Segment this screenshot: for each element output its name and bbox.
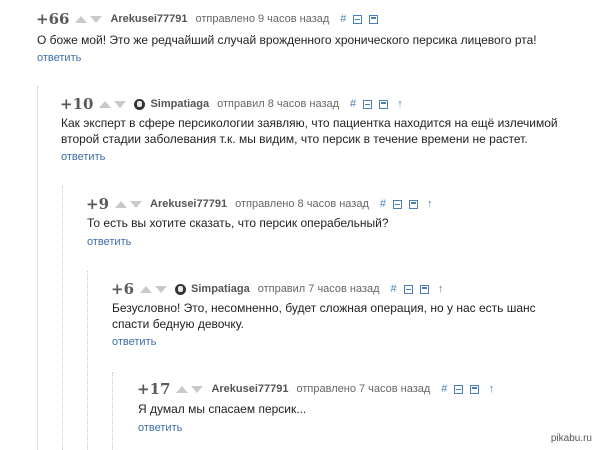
save-icon[interactable] <box>369 14 379 24</box>
timestamp: отправил 8 часов назад <box>217 98 340 110</box>
comment-header: +9 Arekusei77791 отправлено 8 часов наза… <box>86 195 440 213</box>
username-link[interactable]: Arekusei77791 <box>211 383 288 395</box>
parent-up-icon[interactable]: ↑ <box>436 283 446 295</box>
timestamp: отправил 7 часов назад <box>257 283 380 295</box>
comment-text: То есть вы хотите сказать, что персик оп… <box>87 216 389 230</box>
avatar[interactable] <box>134 98 146 110</box>
username-link[interactable]: Arekusei77791 <box>150 198 227 210</box>
timestamp: отправлено 8 часов назад <box>235 198 369 210</box>
permalink-icon[interactable]: # <box>378 198 388 210</box>
downvote-icon[interactable] <box>155 285 168 293</box>
parent-up-icon[interactable]: ↑ <box>395 98 405 110</box>
collapse-icon[interactable] <box>363 99 373 109</box>
thread-line <box>112 372 114 450</box>
avatar[interactable] <box>175 283 187 295</box>
collapse-icon[interactable] <box>353 14 363 24</box>
downvote-icon[interactable] <box>90 15 103 23</box>
downvote-icon[interactable] <box>191 385 204 393</box>
thread-line <box>87 271 89 450</box>
timestamp: отправлено 7 часов назад <box>296 383 431 395</box>
parent-up-icon[interactable]: ↑ <box>486 383 496 395</box>
rating-value: +66 <box>36 10 70 28</box>
comment-header: +17 Arekusei77791 отправлено 7 часов наз… <box>137 380 501 398</box>
username-link[interactable]: Simpatiaga <box>191 283 250 295</box>
save-icon[interactable] <box>379 99 389 109</box>
reply-link[interactable]: ответить <box>37 52 81 64</box>
downvote-icon[interactable] <box>130 200 143 208</box>
permalink-icon[interactable]: # <box>439 383 449 395</box>
parent-up-icon[interactable]: ↑ <box>425 198 435 210</box>
downvote-icon[interactable] <box>114 100 127 108</box>
collapse-icon[interactable] <box>392 199 402 209</box>
thread-line <box>37 86 39 450</box>
comment-text: Я думал мы спасаем персик... <box>138 402 307 416</box>
save-icon[interactable] <box>419 284 429 294</box>
permalink-icon[interactable]: # <box>389 283 399 295</box>
comment-text: Как эксперт в сфере персикологии заявляю… <box>61 116 558 146</box>
reply-link[interactable]: ответить <box>112 336 156 348</box>
thread-line <box>62 186 64 450</box>
upvote-icon[interactable] <box>99 100 112 108</box>
permalink-icon[interactable]: # <box>338 13 348 25</box>
comment-text: О боже мой! Это же редчайший случай врож… <box>37 33 537 47</box>
reply-link[interactable]: ответить <box>138 422 182 434</box>
username-link[interactable]: Simpatiaga <box>150 98 209 110</box>
permalink-icon[interactable]: # <box>348 98 358 110</box>
rating-value: +6 <box>111 280 135 298</box>
rating-value: +10 <box>60 95 94 113</box>
comment-header: +6 Simpatiaga отправил 7 часов назад # ↑ <box>111 280 451 298</box>
comment-header: +10 Simpatiaga отправил 8 часов назад # … <box>60 95 410 113</box>
upvote-icon[interactable] <box>176 385 189 393</box>
reply-link[interactable]: ответить <box>61 151 105 163</box>
save-icon[interactable] <box>470 384 480 394</box>
save-icon[interactable] <box>408 199 418 209</box>
collapse-icon[interactable] <box>454 384 464 394</box>
upvote-icon[interactable] <box>140 285 153 293</box>
rating-value: +9 <box>86 195 110 213</box>
collapse-icon[interactable] <box>403 284 413 294</box>
rating-value: +17 <box>137 380 171 398</box>
timestamp: отправлено 9 часов назад <box>195 13 330 25</box>
reply-link[interactable]: ответить <box>87 236 131 248</box>
comment-text: Безусловно! Это, несомненно, будет сложн… <box>112 301 536 331</box>
site-watermark: pikabu.ru <box>550 433 592 444</box>
comment-header: +66 Arekusei77791 отправлено 9 часов наз… <box>36 10 385 28</box>
username-link[interactable]: Arekusei77791 <box>110 13 187 25</box>
upvote-icon[interactable] <box>115 200 128 208</box>
upvote-icon[interactable] <box>75 15 88 23</box>
